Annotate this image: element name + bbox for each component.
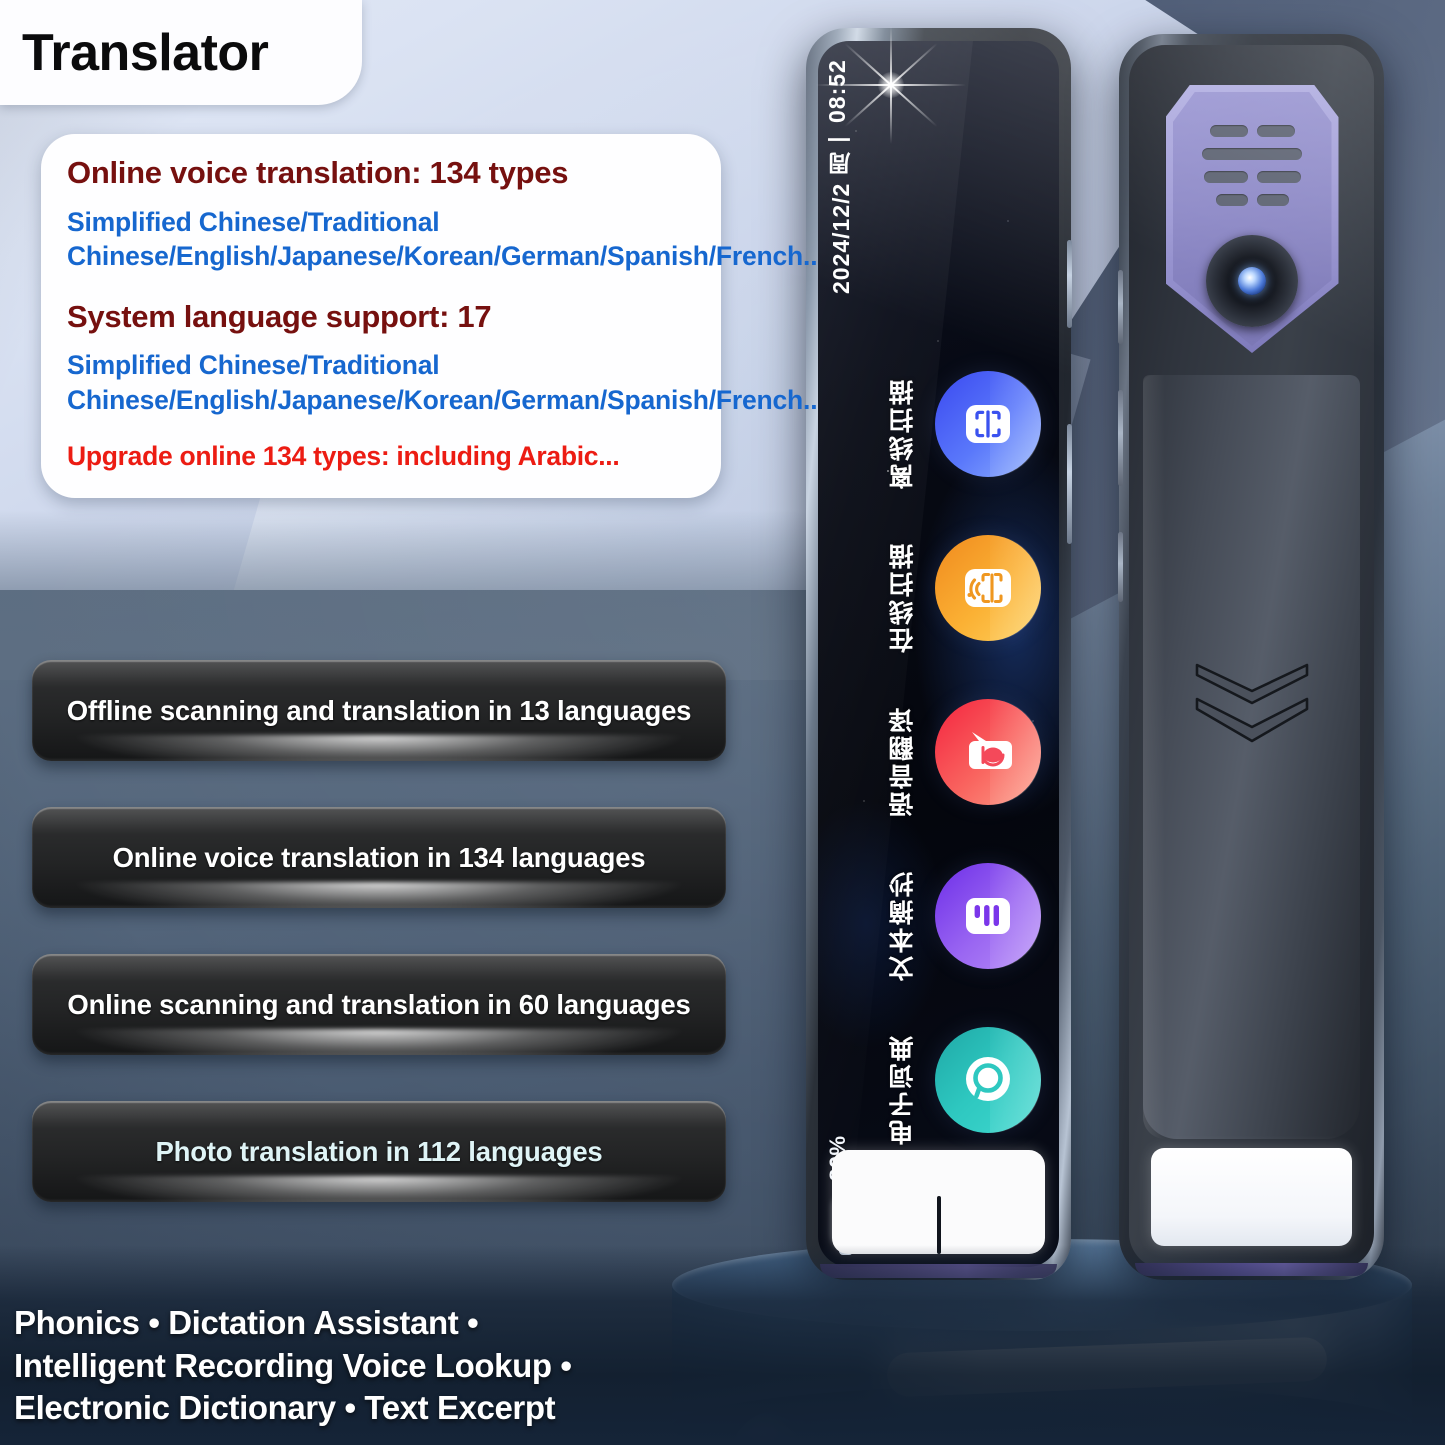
dictionary-icon-bg[interactable] <box>935 1027 1041 1133</box>
screen-time-label: 08:52 <box>824 59 850 123</box>
device-shell-back <box>1119 34 1384 1280</box>
offline-scan-icon <box>966 405 1010 443</box>
feature-pill-label: Photo translation in 112 languages <box>155 1135 603 1167</box>
screen-glass-sheen <box>818 41 987 1267</box>
info-heading-system-language: System language support: 17 <box>67 298 492 334</box>
menu-item-offline-scan[interactable]: 离线扫描 <box>818 342 1059 506</box>
menu-label-voice-translation: 语音翻译 <box>889 705 917 817</box>
speaker-grille-icon <box>1166 125 1339 217</box>
side-button-upper-front[interactable] <box>1067 240 1072 328</box>
dictionary-icon <box>966 1057 1010 1101</box>
feature-pill: Online scanning and translation in 60 la… <box>32 954 726 1055</box>
feature-pill-label: Online scanning and translation in 60 la… <box>67 988 691 1020</box>
device-grip-panel <box>1143 375 1360 1139</box>
info-languages-voice-translation: Simplified Chinese/Traditional Chinese/E… <box>67 206 818 272</box>
battery-icon <box>832 1193 860 1249</box>
footer-feature-list: Phonics • Dictation Assistant • Intellig… <box>14 1302 734 1429</box>
voice-translate-icon-bg[interactable] <box>935 699 1041 805</box>
text-excerpt-icon <box>966 898 1010 934</box>
menu-item-voice-translation[interactable]: 语音翻译 <box>818 670 1059 834</box>
online-scan-icon <box>965 569 1011 607</box>
screen-ui-rotated: 80% 2024/12/2 周一 08:52 电子词典 文本摘抄 语音翻译 在线… <box>818 41 1059 1267</box>
info-heading-voice-translation: Online voice translation: 134 types <box>67 155 569 190</box>
online-scan-icon-bg[interactable] <box>935 535 1041 641</box>
info-languages-system: Simplified Chinese/Traditional Chinese/E… <box>67 350 818 415</box>
footer-line-3: Electronic Dictionary • Text Excerpt <box>14 1388 556 1426</box>
menu-item-online-scan[interactable]: 在线扫描 <box>818 506 1059 670</box>
feature-pill: Photo translation in 112 languages <box>32 1101 726 1202</box>
language-info-card: Online voice translation: 134 types Simp… <box>41 134 818 499</box>
page-title-tab: Translator <box>0 0 362 105</box>
camera-lens-icon <box>1206 235 1298 327</box>
voice-translate-icon <box>969 732 1012 769</box>
device-screen[interactable]: 80% 2024/12/2 周一 08:52 电子词典 文本摘抄 语音翻译 在线… <box>818 41 1059 1267</box>
menu-item-dictionary[interactable]: 电子词典 <box>818 998 1059 1162</box>
battery-percent-label: 80% <box>825 1135 850 1181</box>
feature-pill: Offline scanning and translation in 13 l… <box>32 660 726 761</box>
menu-label-offline-scan: 离线扫描 <box>889 377 917 489</box>
device-back-face <box>1129 45 1374 1269</box>
side-button-mid-back[interactable] <box>1118 390 1123 486</box>
feature-pill: Online voice translation in 134 language… <box>32 807 726 908</box>
scanner-tip-front <box>832 1150 1045 1254</box>
camera-module <box>1165 85 1339 353</box>
menu-label-online-scan: 在线扫描 <box>889 541 917 653</box>
screen-app-menu[interactable]: 电子词典 文本摘抄 语音翻译 在线扫描 离线扫描 <box>818 342 1059 1162</box>
menu-label-dictionary: 电子词典 <box>889 1033 917 1145</box>
side-button-bottom-back[interactable] <box>1118 532 1123 602</box>
offline-scan-icon-bg[interactable] <box>935 371 1041 477</box>
side-button-lower-front[interactable] <box>1067 424 1072 544</box>
translator-pen-front[interactable]: 80% 2024/12/2 周一 08:52 电子词典 文本摘抄 语音翻译 在线… <box>806 28 1072 1280</box>
screen-date-label: 2024/12/2 周一 <box>828 127 854 294</box>
translator-pen-back[interactable] <box>1118 34 1384 1280</box>
camera-module-inner <box>1172 92 1332 346</box>
double-chevron-down-icon <box>1195 663 1308 743</box>
feature-pill-label: Offline scanning and translation in 13 l… <box>66 694 692 726</box>
page-title: Translator <box>22 23 269 82</box>
poster-stage: 80% 2024/12/2 周一 08:52 电子词典 文本摘抄 语音翻译 在线… <box>0 0 1445 1445</box>
feature-pill-label: Online voice translation in 134 language… <box>112 841 646 873</box>
menu-label-text-excerpt: 文本摘抄 <box>889 869 917 981</box>
menu-item-text-excerpt[interactable]: 文本摘抄 <box>818 834 1059 998</box>
footer-line-2: Intelligent Recording Voice Lookup • <box>14 1346 572 1384</box>
scanner-tip-back <box>1151 1148 1352 1246</box>
text-excerpt-icon-bg[interactable] <box>935 863 1041 969</box>
info-upgrade-note: Upgrade online 134 types: including Arab… <box>67 441 620 472</box>
screen-wallpaper-stars <box>818 41 1059 1267</box>
device-shell-front: 80% 2024/12/2 周一 08:52 电子词典 文本摘抄 语音翻译 在线… <box>806 28 1071 1280</box>
side-button-top-back[interactable] <box>1118 270 1123 344</box>
footer-line-1: Phonics • Dictation Assistant • <box>14 1304 479 1342</box>
feature-pill-list: Offline scanning and translation in 13 l… <box>32 660 726 1248</box>
